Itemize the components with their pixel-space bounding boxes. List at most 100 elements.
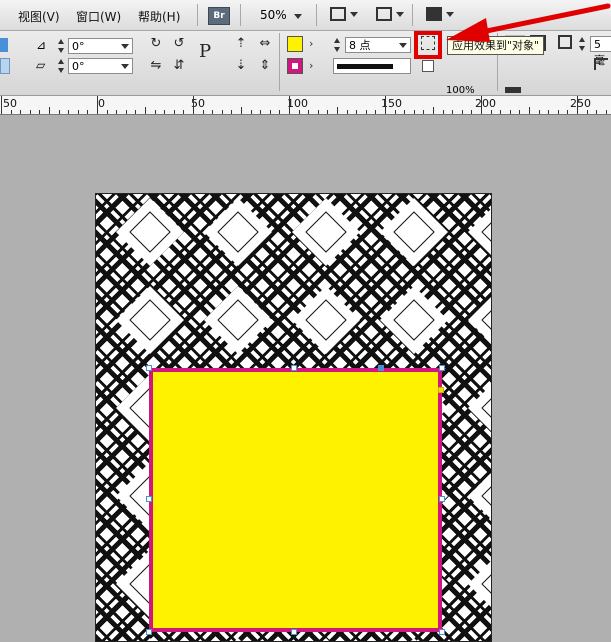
menu-view[interactable]: 视图(V) <box>18 8 60 25</box>
wrap-around-icon[interactable] <box>505 87 521 93</box>
ruler-tick <box>452 110 454 114</box>
ruler-tick <box>145 107 146 114</box>
ruler-tick <box>29 110 31 114</box>
rotate-ccw-icon[interactable]: ↺ <box>170 35 188 53</box>
ruler-tick <box>173 110 175 114</box>
ruler-tick <box>577 96 578 114</box>
stroke-weight-stepper[interactable] <box>333 37 342 53</box>
fill-swatch[interactable] <box>287 36 303 52</box>
ruler-tick <box>49 107 50 114</box>
ruler-tick <box>1 96 2 114</box>
ruler-tick <box>413 110 415 114</box>
zoom-level[interactable]: 50% <box>260 8 303 22</box>
ruler-tick <box>212 110 214 114</box>
corner-handle[interactable] <box>438 387 444 393</box>
ruler-tick <box>183 110 185 114</box>
selection-handle[interactable] <box>439 629 445 635</box>
reference-point-icon[interactable] <box>0 38 8 52</box>
ruler-tick <box>241 107 242 114</box>
ruler-tick <box>20 110 22 114</box>
chevron-down-icon <box>399 43 407 48</box>
ruler-tick <box>39 110 41 114</box>
ruler-tick <box>308 110 310 114</box>
ruler-tick <box>298 110 300 114</box>
flip-horizontal-icon[interactable]: ⇋ <box>147 57 165 75</box>
ruler-tick <box>135 110 137 114</box>
menu-help[interactable]: 帮助(H) <box>138 8 180 25</box>
horizontal-ruler[interactable]: 50 0 50 100 150 200 250 <box>0 96 611 115</box>
stroke-type-preview <box>337 64 393 69</box>
opacity-field[interactable]: 100% <box>446 85 475 96</box>
selection-handle[interactable] <box>291 629 297 635</box>
type-on-path-button[interactable]: P <box>196 43 214 61</box>
rotate-angle-field[interactable]: 0° <box>68 38 133 54</box>
menu-separator <box>316 4 317 26</box>
selection-handle[interactable] <box>378 365 384 371</box>
selection-handle[interactable] <box>439 365 445 371</box>
rotate-angle-stepper[interactable] <box>57 38 66 54</box>
ruler-tick <box>481 96 482 114</box>
chevron-right-icon[interactable]: › <box>309 37 313 50</box>
zoom-value: 50% <box>260 8 287 22</box>
ruler-tick <box>202 110 204 114</box>
chevron-down-icon <box>121 64 129 69</box>
chevron-down-icon <box>294 14 303 19</box>
ruler-tick <box>385 96 386 114</box>
stroke-type-select[interactable] <box>333 58 411 74</box>
ruler-tick <box>500 110 502 114</box>
shear-angle-stepper[interactable] <box>57 58 66 74</box>
distribute-icon[interactable]: ⇔ <box>256 35 274 53</box>
selection-handle[interactable] <box>291 365 297 371</box>
ruler-tick <box>605 110 607 114</box>
ruler-tick <box>77 110 79 114</box>
stroke-weight-field[interactable]: 8 点 <box>345 37 411 53</box>
ruler-tick <box>548 110 550 114</box>
flip-vertical-icon[interactable]: ⇵ <box>170 57 188 75</box>
ruler-tick <box>529 107 530 114</box>
highlight-box <box>414 31 442 59</box>
ruler-label: 100 <box>287 97 308 110</box>
bridge-button[interactable]: Br <box>208 7 230 25</box>
shear-angle-icon: ▱ <box>36 58 46 72</box>
corner-option-icon[interactable] <box>594 58 608 70</box>
ruler-tick <box>289 96 290 114</box>
ruler-tick <box>404 110 406 114</box>
ruler-tick <box>193 96 194 114</box>
ruler-tick <box>346 110 348 114</box>
ruler-tick <box>509 110 511 114</box>
stroke-swatch[interactable] <box>287 58 303 74</box>
selection-handle[interactable] <box>146 496 152 502</box>
distribute-vertical-icon[interactable]: ⇕ <box>256 57 274 75</box>
shear-angle-field[interactable]: 0° <box>68 58 133 74</box>
ruler-tick <box>596 110 598 114</box>
chevron-down-icon <box>121 44 129 49</box>
screen-mode-icon[interactable] <box>376 7 392 21</box>
selection-handle[interactable] <box>146 365 152 371</box>
ruler-tick <box>221 110 223 114</box>
selection-handle[interactable] <box>439 496 445 502</box>
align-bottom-icon[interactable]: ⇣ <box>232 57 250 75</box>
selection-handle[interactable] <box>146 629 152 635</box>
align-top-icon[interactable]: ⇡ <box>232 35 250 53</box>
ruler-tick <box>327 110 329 114</box>
effect-box-icon[interactable] <box>422 60 434 72</box>
ruler-tick <box>231 110 233 114</box>
ruler-tick <box>557 110 559 114</box>
ruler-tick <box>58 110 60 114</box>
ruler-tick <box>68 110 70 114</box>
menu-window[interactable]: 窗口(W) <box>76 8 121 25</box>
selected-rectangle[interactable] <box>149 368 442 632</box>
ruler-tick <box>250 110 252 114</box>
menu-separator <box>240 4 241 26</box>
ruler-tick <box>394 110 396 114</box>
rotate-cw-icon[interactable]: ↻ <box>147 35 165 53</box>
ruler-tick <box>125 110 127 114</box>
ruler-tick <box>317 110 319 114</box>
view-options-icon[interactable] <box>330 7 346 21</box>
ruler-label: 50 <box>3 97 17 110</box>
chevron-right-icon[interactable]: › <box>309 59 313 72</box>
constrain-proportions-icon[interactable] <box>0 58 10 74</box>
ruler-tick <box>10 110 12 114</box>
ruler-tick <box>337 107 338 114</box>
annotation-arrow-icon <box>446 3 611 42</box>
